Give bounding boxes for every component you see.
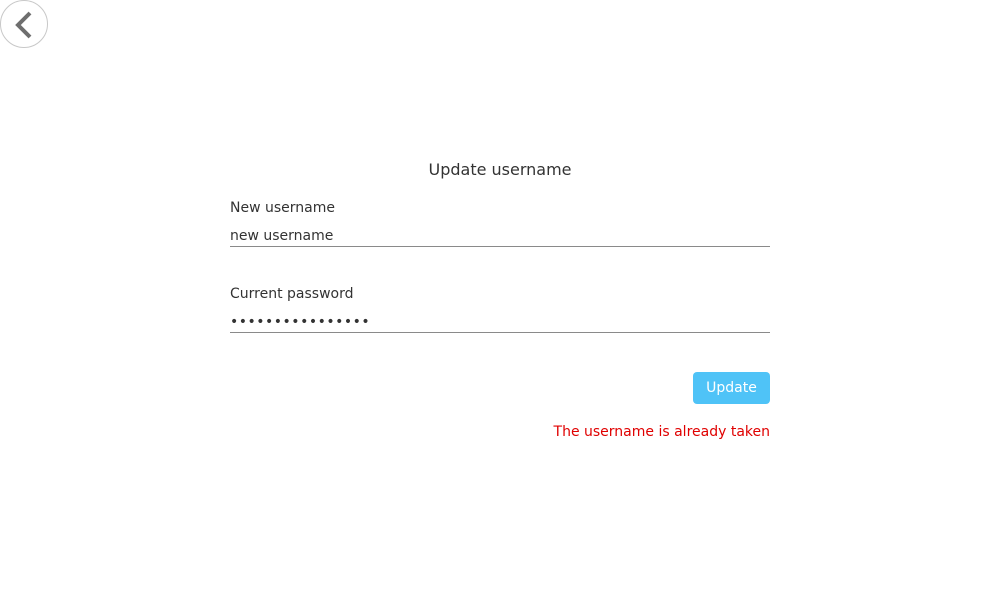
new-username-label: New username [230,200,335,216]
error-message: The username is already taken [553,424,770,440]
update-username-form: Update username New username Current pas… [230,159,770,440]
current-password-label: Current password [230,286,354,302]
new-username-input[interactable] [230,225,770,247]
current-password-input[interactable] [230,311,770,333]
update-button[interactable]: Update [693,372,770,404]
update-username-page: Update username New username Current pas… [0,0,1000,600]
form-title: Update username [428,160,572,179]
back-button[interactable] [0,0,48,48]
